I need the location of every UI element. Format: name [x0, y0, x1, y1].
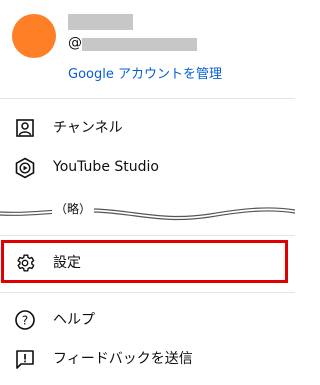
menu-item-label: チャンネル — [53, 120, 123, 136]
divider — [0, 292, 295, 293]
help-icon: ? — [14, 309, 36, 331]
menu-item-help[interactable]: ? ヘルプ — [0, 299, 295, 339]
feedback-icon — [14, 348, 36, 370]
handle-prefix: @ — [68, 35, 82, 51]
account-header: @ Google アカウントを管理 — [0, 0, 295, 94]
settings-highlight-box — [1, 240, 288, 283]
wavy-break-line — [0, 207, 295, 221]
svg-text:?: ? — [22, 314, 28, 328]
menu-item-label: ヘルプ — [53, 312, 95, 328]
menu-item-label: フィードバックを送信 — [53, 351, 193, 367]
menu-item-feedback[interactable]: フィードバックを送信 — [0, 338, 295, 378]
studio-icon — [14, 157, 36, 179]
avatar[interactable] — [12, 14, 56, 58]
omitted-label: （略） — [52, 200, 95, 217]
manage-google-account-link[interactable]: Google アカウントを管理 — [68, 63, 222, 82]
account-handle-redacted — [82, 38, 197, 51]
menu-item-channel[interactable]: チャンネル — [0, 107, 295, 147]
divider — [0, 235, 295, 236]
account-name-redacted — [68, 14, 133, 30]
divider — [0, 98, 295, 99]
omitted-section-marker: （略） — [0, 192, 295, 226]
menu-item-label: YouTube Studio — [53, 159, 159, 175]
menu-item-youtube-studio[interactable]: YouTube Studio — [0, 147, 295, 187]
person-box-icon — [14, 117, 36, 139]
